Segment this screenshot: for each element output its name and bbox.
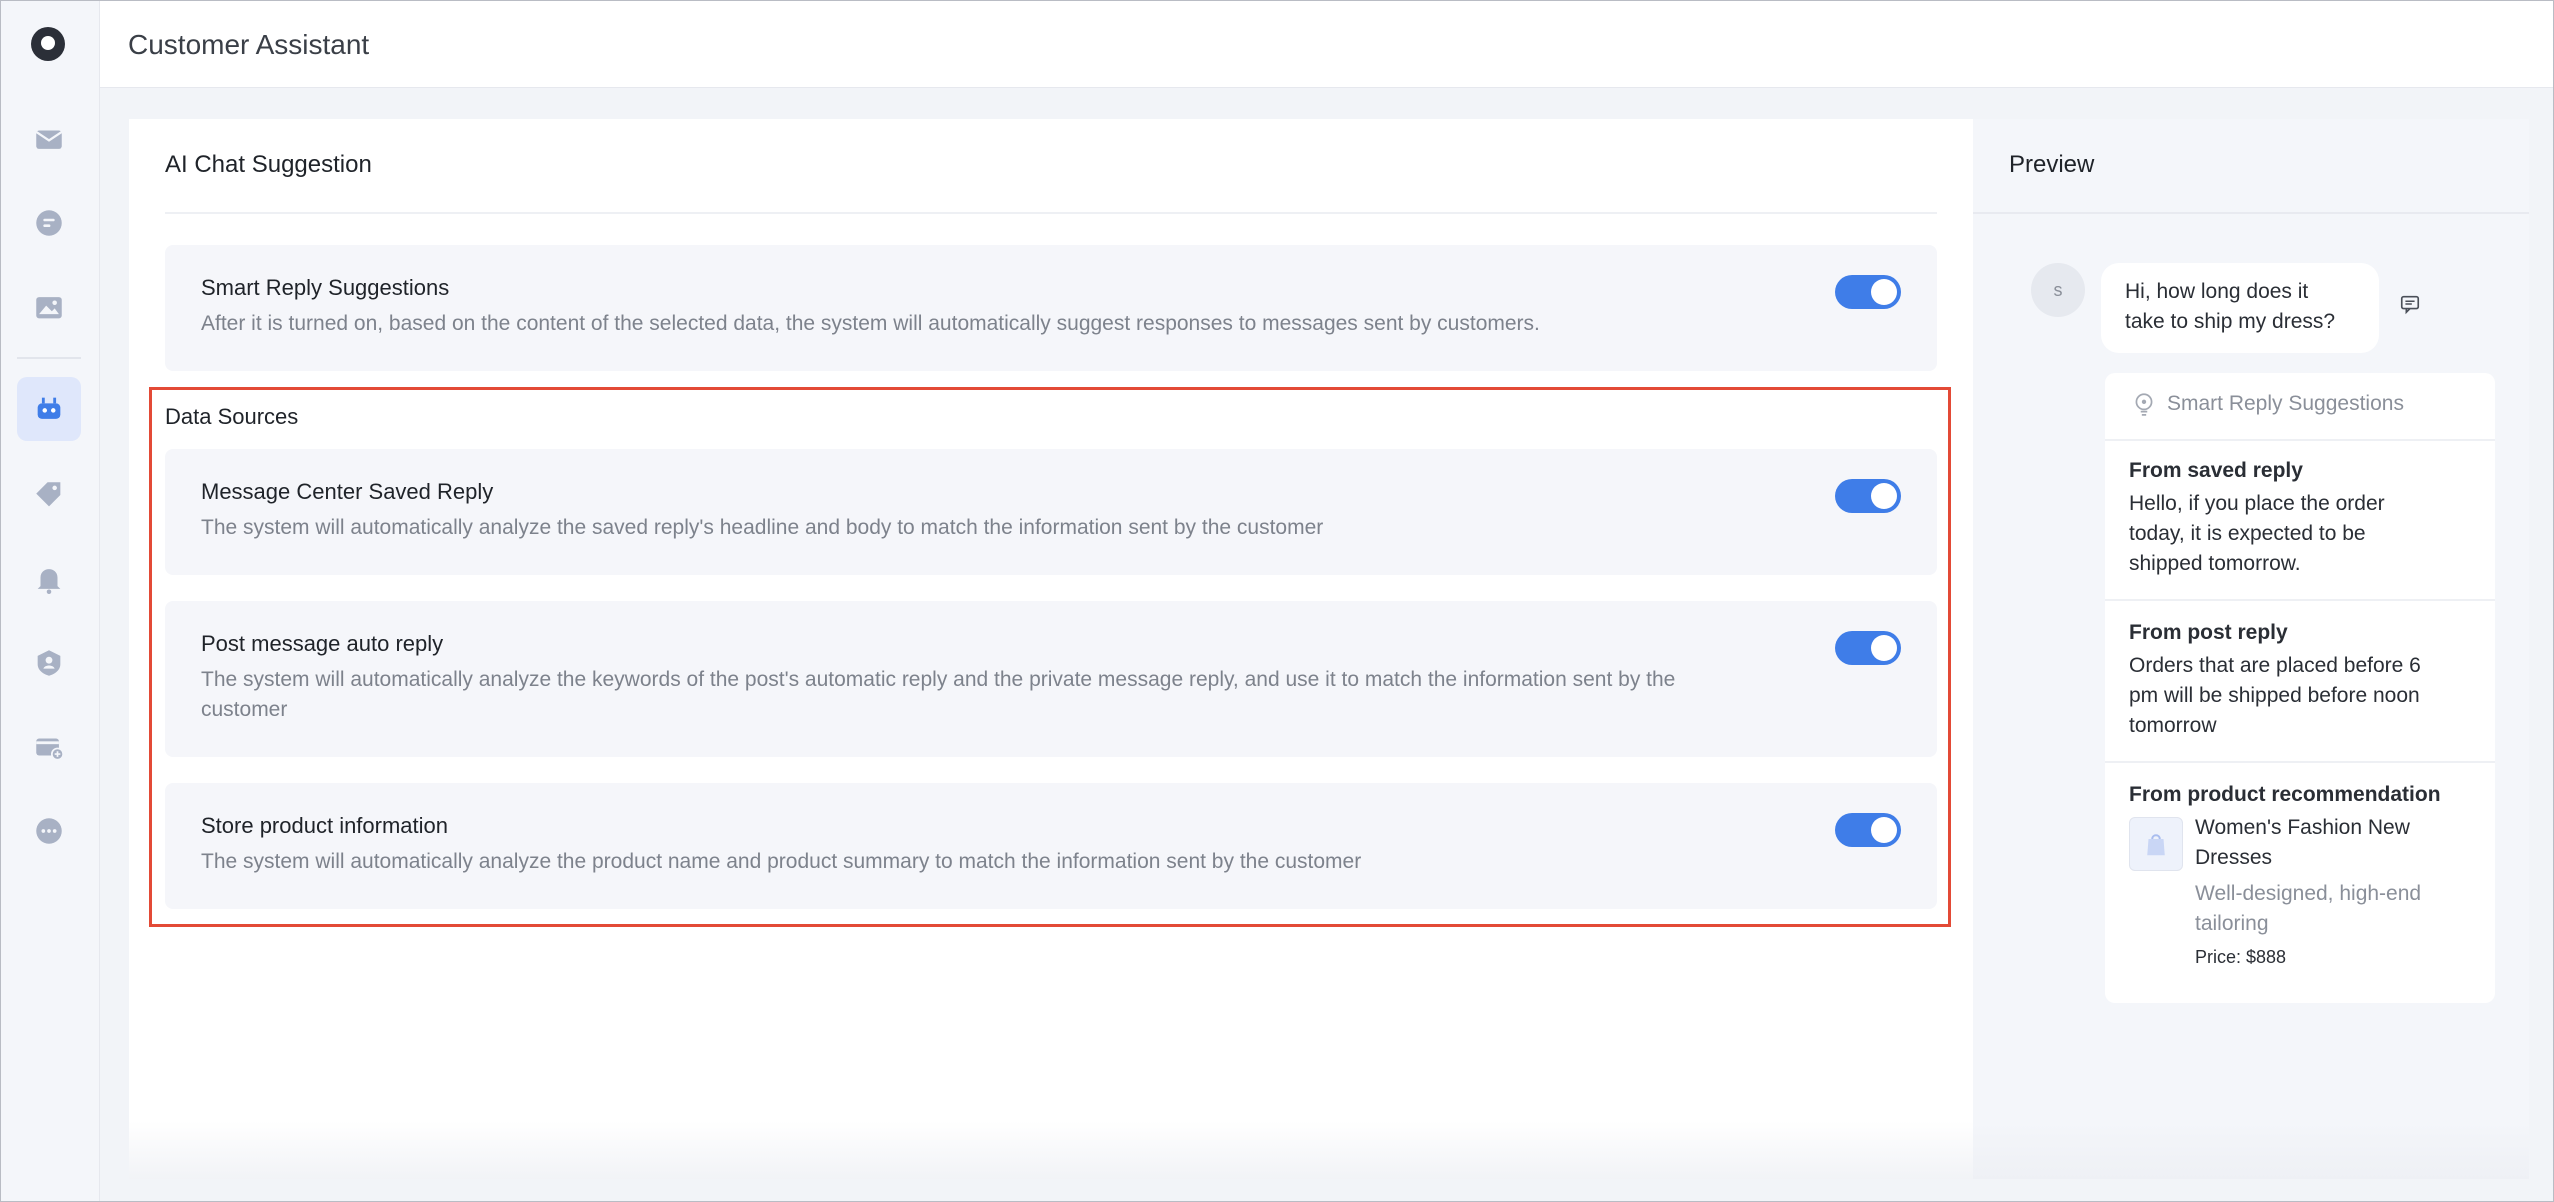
section-divider (165, 212, 1937, 214)
setting-description: After it is turned on, based on the cont… (201, 312, 1540, 335)
highlight-box (149, 387, 1951, 927)
sidebar-item-contacts[interactable] (17, 631, 81, 695)
sidebar-item-notifications[interactable] (17, 547, 81, 611)
setting-title: Smart Reply Suggestions (201, 275, 450, 300)
customer-message-bubble: Hi, how long does it take to ship my dre… (2101, 263, 2379, 353)
app-window: Customer Assistant AI Chat Suggestion Sm… (0, 0, 2554, 1202)
chat-icon (36, 210, 62, 236)
card-add-icon (36, 738, 65, 761)
sidebar-item-mail[interactable] (17, 107, 81, 171)
divider (2105, 599, 2495, 601)
saved-reply-title: From saved reply (2129, 459, 2303, 482)
bell-icon (37, 569, 61, 595)
mail-icon (35, 130, 63, 149)
customer-avatar: s (2031, 263, 2085, 317)
scroll-fade (129, 1121, 2529, 1179)
setting-smart-reply: Smart Reply Suggestions After it is turn… (165, 245, 1937, 371)
preview-divider (1973, 212, 2529, 214)
product-recommendation-title: From product recommendation (2129, 783, 2441, 806)
post-reply-suggestion[interactable]: Orders that are placed before 6 pm will … (2129, 651, 2429, 741)
sidebar-item-orders[interactable] (17, 715, 81, 779)
preview-title: Preview (2009, 151, 2095, 178)
robot-icon (37, 397, 61, 419)
sidebar-item-more[interactable] (17, 799, 81, 863)
divider (2105, 439, 2495, 441)
sidebar (1, 1, 100, 1201)
suggestions-panel: Smart Reply Suggestions From saved reply… (2105, 373, 2495, 1003)
image-icon (36, 297, 62, 319)
user-badge-icon (37, 650, 61, 676)
sidebar-divider (17, 357, 81, 359)
more-icon (36, 818, 62, 844)
suggestions-header-label: Smart Reply Suggestions (2167, 392, 2404, 415)
divider (2105, 761, 2495, 763)
page-title: Customer Assistant (128, 29, 370, 60)
shopping-bag-icon (2147, 834, 2165, 856)
bulb-icon (2135, 393, 2153, 416)
product-price: Price: $888 (2195, 947, 2287, 967)
tag-icon (36, 482, 61, 507)
product-thumbnail (2129, 817, 2183, 871)
suggestions-header: Smart Reply Suggestions (2131, 391, 2404, 417)
saved-reply-suggestion[interactable]: Hello, if you place the order today, it … (2129, 489, 2429, 579)
sidebar-item-chat[interactable] (17, 191, 81, 255)
sidebar-item-media[interactable] (17, 275, 81, 339)
top-header: Customer Assistant (100, 1, 2553, 88)
app-logo (31, 27, 65, 61)
product-name[interactable]: Women's Fashion New Dresses (2195, 813, 2465, 873)
smart-reply-toggle[interactable] (1835, 275, 1901, 309)
post-reply-title: From post reply (2129, 621, 2288, 644)
sidebar-item-ai-assistant[interactable] (17, 377, 81, 441)
preview-panel: Preview s Hi, how long does it take to s… (1973, 119, 2529, 1179)
message-suggest-icon[interactable] (2399, 293, 2421, 315)
section-title: AI Chat Suggestion (165, 151, 372, 178)
product-description: Well-designed, high-end tailoring (2195, 882, 2422, 935)
sidebar-item-tags[interactable] (17, 463, 81, 527)
